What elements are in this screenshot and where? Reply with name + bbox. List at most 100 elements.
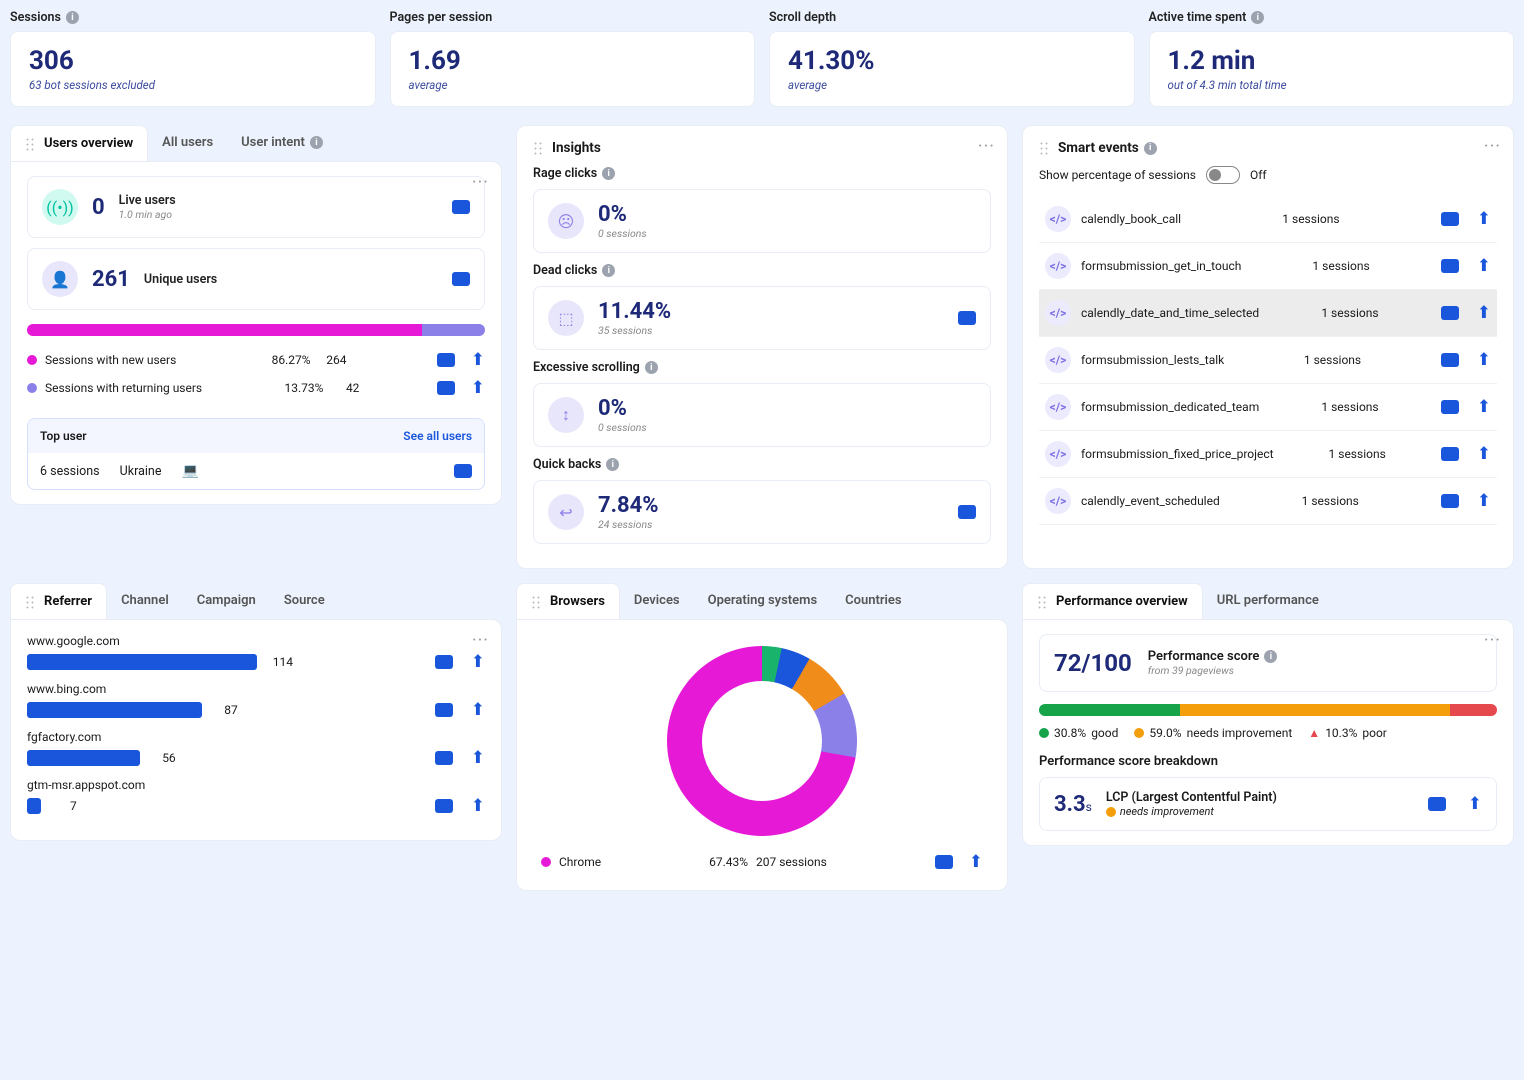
camera-icon[interactable] bbox=[958, 311, 976, 325]
drag-handle-icon[interactable] bbox=[531, 595, 541, 609]
flame-icon[interactable]: ⬆ bbox=[1477, 303, 1491, 323]
tab-devices[interactable]: Devices bbox=[620, 583, 694, 620]
camera-icon[interactable] bbox=[435, 751, 453, 765]
drag-handle-icon[interactable] bbox=[533, 141, 543, 155]
event-row[interactable]: </> formsubmission_fixed_price_project 1… bbox=[1039, 431, 1497, 478]
tab-performance-overview[interactable]: Performance overview bbox=[1022, 583, 1203, 620]
camera-icon[interactable] bbox=[435, 655, 453, 669]
live-users-sub: 1.0 min ago bbox=[119, 208, 176, 221]
info-icon[interactable]: i bbox=[602, 167, 615, 180]
insights-title: Insights bbox=[533, 140, 991, 156]
event-row[interactable]: </> formsubmission_get_in_touch 1 sessio… bbox=[1039, 243, 1497, 290]
more-icon[interactable]: ··· bbox=[1484, 630, 1501, 651]
flame-icon[interactable]: ⬆ bbox=[471, 748, 485, 768]
camera-icon[interactable] bbox=[437, 353, 455, 367]
info-icon[interactable]: i bbox=[645, 361, 658, 374]
more-icon[interactable]: ··· bbox=[472, 172, 489, 193]
legend-pct: 86.27% bbox=[267, 353, 311, 367]
more-icon[interactable]: ··· bbox=[978, 136, 995, 157]
flame-icon[interactable]: ⬆ bbox=[471, 700, 485, 720]
info-icon[interactable]: i bbox=[310, 136, 323, 149]
perf-score-box: 72/100 Performance score i from 39 pagev… bbox=[1039, 634, 1497, 692]
event-row[interactable]: </> calendly_event_scheduled 1 sessions … bbox=[1039, 478, 1497, 525]
flame-icon[interactable]: ⬆ bbox=[471, 350, 485, 370]
flame-icon[interactable]: ⬆ bbox=[969, 852, 983, 872]
flame-icon[interactable]: ⬆ bbox=[1477, 256, 1491, 276]
camera-icon[interactable] bbox=[1441, 306, 1459, 320]
tab-campaign[interactable]: Campaign bbox=[183, 583, 270, 620]
event-row[interactable]: </> formsubmission_lests_talk 1 sessions… bbox=[1039, 337, 1497, 384]
referrer-value: 7 bbox=[51, 799, 77, 813]
camera-icon[interactable] bbox=[1441, 259, 1459, 273]
info-icon[interactable]: i bbox=[602, 264, 615, 277]
more-icon[interactable]: ··· bbox=[1484, 136, 1501, 157]
camera-icon[interactable] bbox=[1441, 400, 1459, 414]
flame-icon[interactable]: ⬆ bbox=[471, 652, 485, 672]
info-icon[interactable]: i bbox=[606, 458, 619, 471]
camera-icon[interactable] bbox=[435, 703, 453, 717]
referrer-row: fgfactory.com 56 ⬆ bbox=[27, 730, 485, 768]
rage-clicks-box: ☹ 0% 0 sessions bbox=[533, 189, 991, 253]
camera-icon[interactable] bbox=[452, 200, 470, 214]
flame-icon[interactable]: ⬆ bbox=[1477, 491, 1491, 511]
flame-icon[interactable]: ⬆ bbox=[1477, 444, 1491, 464]
tab-all-users[interactable]: All users bbox=[148, 125, 227, 162]
kpi-sub: 63 bot sessions excluded bbox=[29, 78, 357, 92]
camera-icon[interactable] bbox=[437, 381, 455, 395]
flame-icon[interactable]: ⬆ bbox=[1477, 350, 1491, 370]
kpi-box: 306 63 bot sessions excluded bbox=[10, 31, 376, 107]
tab-channel[interactable]: Channel bbox=[107, 583, 183, 620]
info-icon[interactable]: i bbox=[1264, 650, 1277, 663]
flame-icon[interactable]: ⬆ bbox=[471, 796, 485, 816]
camera-icon[interactable] bbox=[935, 855, 953, 869]
legend-label: Sessions with returning users bbox=[45, 381, 202, 395]
flame-icon[interactable]: ⬆ bbox=[1468, 794, 1482, 814]
more-icon[interactable]: ··· bbox=[472, 630, 489, 651]
tab-countries[interactable]: Countries bbox=[831, 583, 915, 620]
event-row[interactable]: </> calendly_book_call 1 sessions ⬆ bbox=[1039, 196, 1497, 243]
perf-score-value: 72/100 bbox=[1054, 649, 1132, 677]
tab-user-intent[interactable]: User intent i bbox=[227, 125, 337, 162]
info-icon[interactable]: i bbox=[1251, 11, 1264, 24]
drag-handle-icon[interactable] bbox=[1039, 141, 1049, 155]
camera-icon[interactable] bbox=[1441, 494, 1459, 508]
event-row[interactable]: </> calendly_date_and_time_selected 1 se… bbox=[1039, 290, 1497, 337]
camera-icon[interactable] bbox=[435, 799, 453, 813]
referrer-value: 87 bbox=[212, 703, 238, 717]
drag-handle-icon[interactable] bbox=[25, 137, 35, 151]
tab-browsers[interactable]: Browsers bbox=[516, 583, 620, 620]
event-row[interactable]: </> formsubmission_dedicated_team 1 sess… bbox=[1039, 384, 1497, 431]
tab-referrer[interactable]: Referrer bbox=[10, 583, 107, 620]
event-count: 1 sessions bbox=[1304, 353, 1361, 367]
dot-icon bbox=[1106, 807, 1116, 817]
rage-value: 0% bbox=[598, 202, 647, 227]
performance-card: ··· 72/100 Performance score i from 39 p… bbox=[1022, 619, 1514, 846]
camera-icon[interactable] bbox=[1428, 797, 1446, 811]
flame-icon[interactable]: ⬆ bbox=[1477, 209, 1491, 229]
tab-url-performance[interactable]: URL performance bbox=[1203, 583, 1333, 620]
event-count: 1 sessions bbox=[1329, 447, 1386, 461]
browser-legend: Chrome 67.43% 207 sessions ⬆ bbox=[533, 848, 991, 876]
tab-source[interactable]: Source bbox=[270, 583, 339, 620]
scroll-icon: ↕ bbox=[548, 397, 584, 433]
tab-users-overview[interactable]: Users overview bbox=[10, 125, 148, 162]
technology-tabs: BrowsersDevicesOperating systemsCountrie… bbox=[516, 583, 1008, 620]
legend-label: Sessions with new users bbox=[45, 353, 176, 367]
info-icon[interactable]: i bbox=[1144, 142, 1157, 155]
flame-icon[interactable]: ⬆ bbox=[471, 378, 485, 398]
flame-icon[interactable]: ⬆ bbox=[1477, 397, 1491, 417]
unique-users-box: 👤 261 Unique users bbox=[27, 248, 485, 310]
info-icon[interactable]: i bbox=[66, 11, 79, 24]
id-card-icon[interactable] bbox=[454, 464, 472, 478]
camera-icon[interactable] bbox=[1441, 212, 1459, 226]
camera-icon[interactable] bbox=[958, 505, 976, 519]
camera-icon[interactable] bbox=[452, 272, 470, 286]
drag-handle-icon[interactable] bbox=[1037, 595, 1047, 609]
camera-icon[interactable] bbox=[1441, 447, 1459, 461]
browsers-card: Chrome 67.43% 207 sessions ⬆ bbox=[516, 619, 1008, 891]
see-all-users-link[interactable]: See all users bbox=[403, 429, 472, 443]
toggle-switch[interactable] bbox=[1206, 166, 1240, 184]
camera-icon[interactable] bbox=[1441, 353, 1459, 367]
drag-handle-icon[interactable] bbox=[25, 595, 35, 609]
tab-operating-systems[interactable]: Operating systems bbox=[694, 583, 832, 620]
